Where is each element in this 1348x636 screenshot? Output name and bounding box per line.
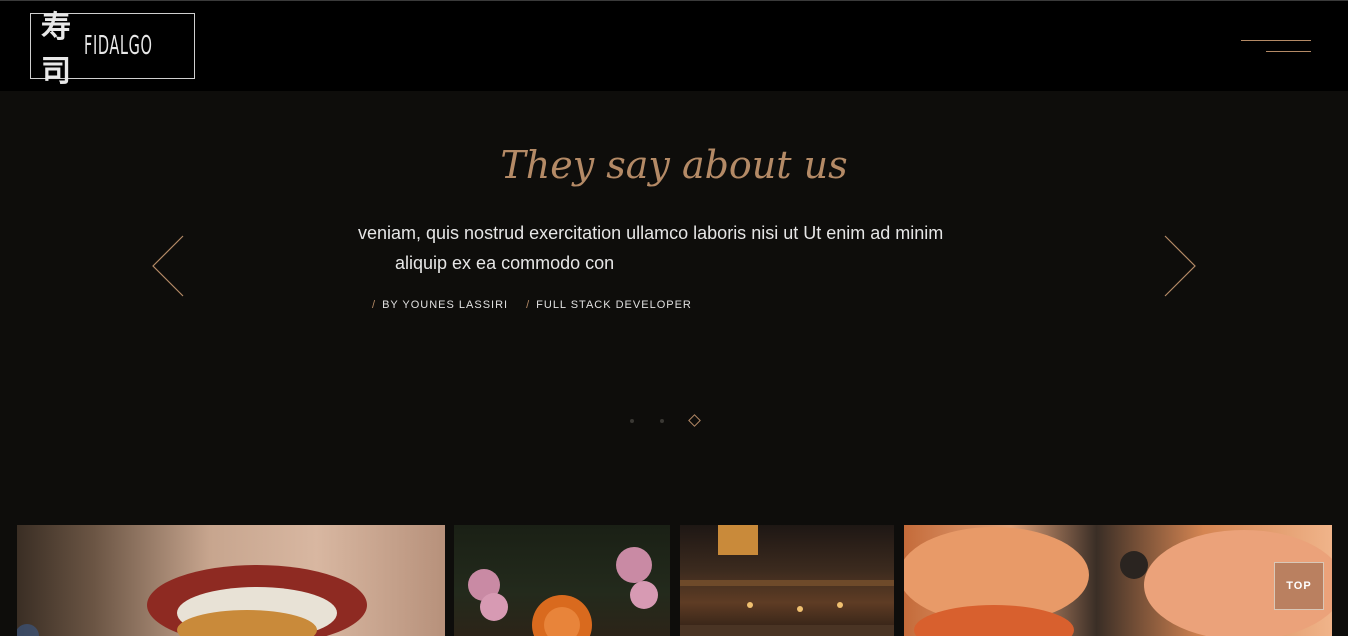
- site-logo[interactable]: 寿司 FIDALGO: [30, 10, 195, 89]
- lips-illustration: [17, 565, 367, 636]
- logo-kanji: 寿司: [41, 10, 71, 89]
- slash-separator: /: [372, 299, 377, 311]
- menu-line-bottom: [1266, 51, 1311, 52]
- quote-line-2: aliquip ex ea commodo con: [395, 253, 615, 273]
- author-name: BY YOUNES LASSIRI: [382, 299, 509, 311]
- testimonial-quote: veniam, quis nostrud exercitation ullamc…: [340, 218, 1008, 278]
- pagination-dot-1[interactable]: [630, 418, 634, 423]
- gallery-image-sushi[interactable]: [904, 525, 1332, 636]
- back-to-top-button[interactable]: TOP: [1274, 562, 1324, 610]
- slash-separator: /: [526, 299, 531, 311]
- restaurant-illustration: [680, 525, 894, 636]
- gallery-image-restaurant[interactable]: [680, 525, 894, 636]
- gallery-image-flowers[interactable]: [454, 525, 670, 636]
- image-gallery: [17, 525, 1332, 636]
- gallery-image-lips-sushi[interactable]: [17, 525, 445, 636]
- testimonial-meta: / BY YOUNES LASSIRI / FULL STACK DEVELOPER: [372, 299, 692, 311]
- slider-pagination: [630, 414, 701, 427]
- chevron-right-icon[interactable]: [1162, 234, 1198, 298]
- chevron-left-icon[interactable]: [150, 234, 186, 298]
- pagination-dot-2[interactable]: [660, 418, 664, 423]
- logo-text: FIDALGO: [83, 31, 153, 61]
- quote-line-1: veniam, quis nostrud exercitation ullamc…: [358, 223, 944, 243]
- flowers-illustration: [468, 547, 658, 636]
- pagination-dot-3[interactable]: [688, 414, 701, 427]
- hamburger-icon[interactable]: [1236, 31, 1316, 61]
- testimonial-section: They say about us veniam, quis nostrud e…: [0, 91, 1348, 525]
- author-role: FULL STACK DEVELOPER: [536, 299, 692, 311]
- menu-line-top: [1241, 40, 1311, 41]
- role-item: / FULL STACK DEVELOPER: [526, 299, 692, 311]
- sushi-illustration: [904, 527, 1332, 636]
- section-title: They say about us: [500, 143, 848, 187]
- author-item: / BY YOUNES LASSIRI: [372, 299, 508, 311]
- site-header: 寿司 FIDALGO: [0, 1, 1348, 91]
